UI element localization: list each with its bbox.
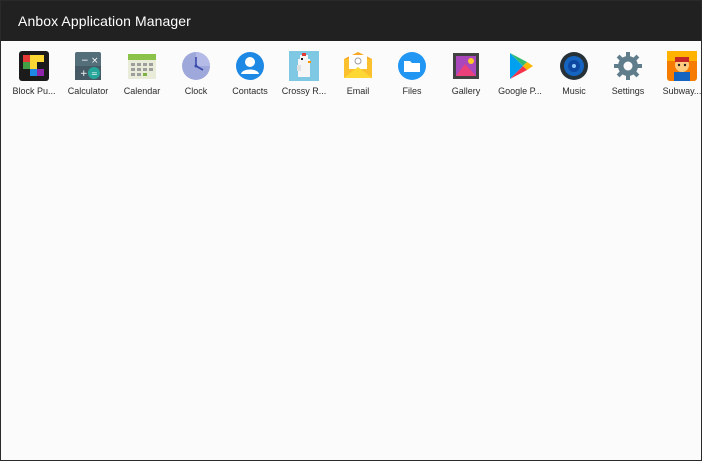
app-subway-surfers[interactable]: Subway... (655, 51, 702, 99)
app-label: Google P... (498, 86, 542, 96)
app-block-puzzle[interactable]: Block Pu... (7, 51, 61, 99)
app-label: Music (562, 86, 586, 96)
app-manager-window: Anbox Application Manager Block Pu... − … (0, 0, 702, 461)
svg-text:+: + (80, 69, 88, 79)
music-icon (559, 51, 589, 81)
clock-icon (181, 51, 211, 81)
app-label: Settings (611, 86, 645, 96)
app-label: Email (346, 86, 370, 96)
app-email[interactable]: Email (331, 51, 385, 99)
app-calendar[interactable]: Calendar (115, 51, 169, 99)
files-icon (397, 51, 427, 81)
app-label: Block Pu... (12, 86, 56, 96)
google-play-icon (505, 51, 535, 81)
app-clock[interactable]: Clock (169, 51, 223, 99)
app-gallery[interactable]: Gallery (439, 51, 493, 99)
app-label: Gallery (451, 86, 481, 96)
app-contacts[interactable]: Contacts (223, 51, 277, 99)
window-title: Anbox Application Manager (18, 13, 191, 29)
app-label: Crossy R... (281, 86, 327, 96)
app-calculator[interactable]: − × + = Calculator (61, 51, 115, 99)
settings-icon (613, 51, 643, 81)
app-label: Files (402, 86, 422, 96)
svg-text:×: × (91, 56, 99, 66)
app-label: Clock (184, 86, 208, 96)
block-puzzle-icon (19, 51, 49, 81)
svg-text:=: = (91, 69, 98, 78)
app-label: Subway... (662, 86, 702, 96)
app-grid: Block Pu... − × + = Calculator Calendar … (7, 51, 702, 99)
subway-surfers-icon (667, 51, 697, 81)
app-google-play[interactable]: Google P... (493, 51, 547, 99)
app-settings[interactable]: Settings (601, 51, 655, 99)
svg-text:−: − (81, 56, 89, 66)
app-music[interactable]: Music (547, 51, 601, 99)
calculator-icon: − × + = (73, 51, 103, 81)
app-crossy-road[interactable]: Crossy R... (277, 51, 331, 99)
email-icon (343, 51, 373, 81)
gallery-icon (451, 51, 481, 81)
crossy-road-icon (289, 51, 319, 81)
contacts-icon (235, 51, 265, 81)
app-label: Contacts (232, 86, 268, 96)
app-label: Calculator (67, 86, 109, 96)
app-files[interactable]: Files (385, 51, 439, 99)
title-bar: Anbox Application Manager (1, 1, 701, 41)
calendar-icon (127, 51, 157, 81)
app-label: Calendar (123, 86, 161, 96)
